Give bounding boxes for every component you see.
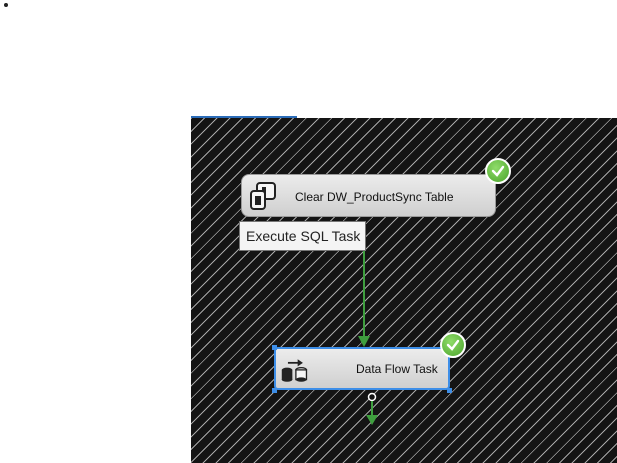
success-check-icon: [440, 332, 466, 358]
selection-handle-bottom-right[interactable]: [447, 388, 452, 393]
success-check-icon: [485, 158, 511, 184]
task-label: Data Flow Task: [356, 362, 438, 376]
selection-handle-bottom-left[interactable]: [272, 388, 277, 393]
precedence-constraint-arrows: [358, 251, 378, 425]
task-clear-dw-productsync[interactable]: Clear DW_ProductSync Table: [241, 174, 496, 217]
list-bullet: [4, 3, 8, 7]
task-data-flow[interactable]: Data Flow Task: [274, 347, 450, 390]
output-connector-handle[interactable]: [367, 392, 377, 402]
control-flow-canvas[interactable]: Clear DW_ProductSync Table Execute SQL T…: [191, 118, 617, 463]
selection-handle-top-left[interactable]: [272, 345, 277, 350]
precedence-constraint-arrowhead: [358, 336, 370, 347]
output-connector-arrowhead: [366, 415, 378, 425]
task-type-tooltip: Execute SQL Task: [239, 221, 366, 251]
execute-sql-task-icon: [250, 182, 276, 210]
task-label: Clear DW_ProductSync Table: [295, 190, 454, 204]
data-flow-task-icon: [281, 359, 308, 382]
